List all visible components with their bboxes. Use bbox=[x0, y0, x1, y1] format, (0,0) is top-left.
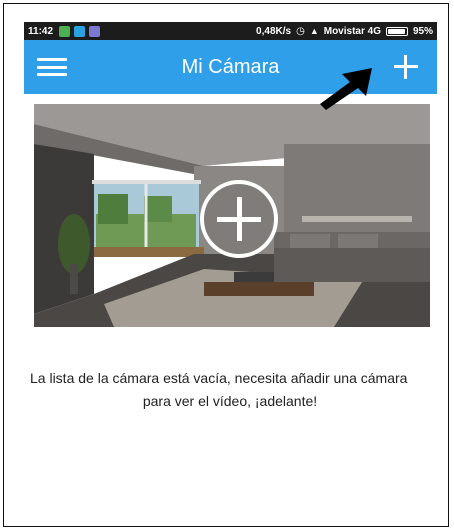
hamburger-menu-icon[interactable] bbox=[37, 54, 67, 80]
alarm-icon: ◷ bbox=[296, 25, 305, 37]
plus-icon[interactable] bbox=[390, 51, 422, 83]
empty-message-line2: para ver el vídeo, ¡adelante! bbox=[142, 393, 318, 409]
battery-percent: 95% bbox=[412, 25, 433, 37]
status-time: 11:42 bbox=[28, 25, 54, 37]
network-speed: 0,48K/s bbox=[256, 25, 292, 37]
battery-fill bbox=[387, 28, 406, 34]
empty-list-message: La lista de la cámara está vacía, necesi… bbox=[30, 370, 430, 410]
app-title: Mi Cámara bbox=[181, 55, 280, 78]
status-bar: 11:42 0,48K/s ◷ ▲ Movistar 4G 95% bbox=[24, 22, 437, 40]
status-indicators: 0,48K/s ◷ ▲ Movistar 4G 95% bbox=[256, 26, 433, 37]
circle-plus-icon[interactable] bbox=[200, 180, 278, 258]
carrier-name: Movistar 4G bbox=[323, 25, 381, 37]
battery-icon bbox=[385, 26, 408, 36]
app-notification-icon bbox=[89, 25, 101, 37]
add-camera-banner[interactable] bbox=[34, 104, 430, 327]
empty-message-line1: La lista de la cámara está vacía, necesi… bbox=[30, 370, 408, 386]
signal-icon: ▲ bbox=[309, 26, 319, 36]
pointer-arrow-icon bbox=[320, 68, 372, 110]
app-notification-icon bbox=[74, 25, 86, 37]
app-notification-icon bbox=[59, 25, 71, 37]
